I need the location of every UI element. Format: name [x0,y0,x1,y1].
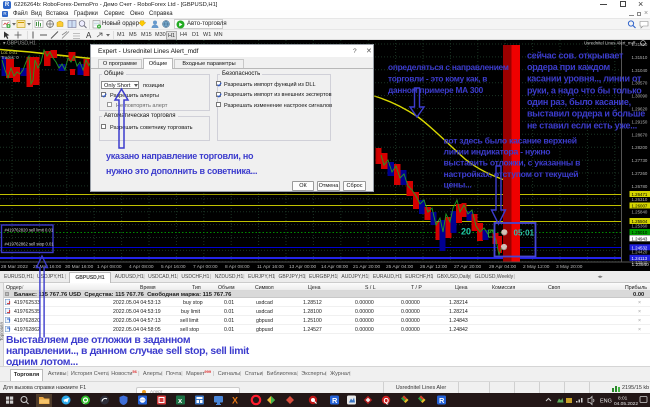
svg-text:25 Apr 04:00: 25 Apr 04:00 [386,264,414,270]
svg-text:Trades: 0: Trades: 0 [1,55,19,60]
svg-text:1 Apr 08:00: 1 Apr 08:00 [97,264,122,270]
svg-text:касании уровня.., линии от: касании уровня.., линии от [527,74,642,84]
svg-text:4 Apr 08:00: 4 Apr 08:00 [129,264,154,270]
svg-text:14 Apr 08:00: 14 Apr 08:00 [321,264,349,270]
svg-text:не ставил если есть уже...: не ставил если есть уже... [527,120,637,130]
svg-text:1.26007: 1.26007 [632,204,648,209]
svg-text:1.26310: 1.26310 [632,197,648,202]
svg-text:1.27260: 1.27260 [632,171,648,176]
svg-text:цены...: цены... [444,180,472,190]
svg-text:1.25840: 1.25840 [632,210,648,215]
svg-text:1.24532: 1.24532 [632,245,648,250]
svg-text:выставил ордера и больше: выставил ордера и больше [527,109,645,119]
svg-text:1.24943: 1.24943 [632,236,648,241]
svg-text:ордера при каждом: ордера при каждом [527,62,610,72]
svg-text:1.25010: 1.25010 [632,230,648,235]
svg-text:определяться с направлением: определяться с направлением [388,62,509,72]
svg-text:R: R [332,396,338,405]
svg-text:1.31510: 1.31510 [632,55,648,60]
svg-text:2 May 12:00: 2 May 12:00 [523,264,550,270]
svg-text:линии индикатора - нужно: линии индикатора - нужно [444,146,551,156]
svg-text:Usrednitel Lines Alert_mdf: Usrednitel Lines Alert_mdf [584,41,636,46]
svg-text:26 Apr 12:00: 26 Apr 12:00 [420,264,448,270]
svg-text:Q: Q [384,398,390,405]
svg-text:A: A [86,31,92,40]
svg-text:29 Apr 04:00: 29 Apr 04:00 [489,264,517,270]
svg-text:05:01: 05:01 [514,228,535,237]
svg-text:8:01: 8:01 [618,396,628,402]
svg-text:5 Apr 16:00: 5 Apr 16:00 [161,264,186,270]
svg-text:1.25504: 1.25504 [632,219,648,224]
svg-text:28 Mar 2022: 28 Mar 2022 [1,264,28,270]
svg-text:#419762862 sell stop 0.01: #419762862 sell stop 0.01 [5,242,55,247]
svg-text:11 Apr 16:00: 11 Apr 16:00 [257,264,284,270]
svg-text:20: 20 [461,227,471,237]
svg-text:1.25360: 1.25360 [632,224,648,229]
svg-text:данном примере МА 300: данном примере МА 300 [388,85,484,95]
svg-text:выставить отложки, с указанны: выставить отложки, с указанны в [444,158,581,168]
svg-text:1.27730: 1.27730 [632,158,648,163]
svg-text:21 Apr 20:00: 21 Apr 20:00 [353,264,381,270]
svg-text:настройках, отступом от текуще: настройках, отступом от текущей [444,169,579,179]
svg-text:▾ GBPUSD,H1: ▾ GBPUSD,H1 [3,41,36,47]
svg-text:вот здесь было касание верхней: вот здесь было касание верхней [444,136,577,146]
svg-text:8 Apr 08:00: 8 Apr 08:00 [225,264,250,270]
svg-text:3 May 20:00: 3 May 20:00 [556,264,583,270]
svg-text:1.26780: 1.26780 [632,184,648,189]
svg-text:1.24113: 1.24113 [632,256,648,261]
svg-text:1.28670: 1.28670 [632,132,648,137]
svg-text:торговли - это кому как, в: торговли - это кому как, в [388,74,487,84]
svg-text:сейчас сов. открывает: сейчас сов. открывает [527,50,624,60]
svg-text:1.23940: 1.23940 [632,262,650,268]
svg-text:27 Apr 20:00: 27 Apr 20:00 [454,264,482,270]
svg-text:#419762820 sell limit 0.01: #419762820 sell limit 0.01 [5,228,54,233]
svg-text:X: X [232,396,238,406]
svg-text:руки, а надо что бы только: руки, а надо что бы только [527,85,642,95]
svg-text:13 Apr 00:00: 13 Apr 00:00 [289,264,317,270]
svg-text:7 Apr 00:00: 7 Apr 00:00 [193,264,218,270]
svg-text:30 Mar 16:00: 30 Mar 16:00 [65,264,94,270]
svg-text:R: R [439,396,445,405]
svg-text:ENG: ENG [600,399,612,405]
svg-text:один раз, было касание,: один раз, было касание, [527,97,631,107]
svg-text:1.26471: 1.26471 [632,192,648,197]
svg-text:1.28200: 1.28200 [632,145,648,150]
svg-text:1.31040: 1.31040 [632,68,648,73]
svg-text:04.05.2022: 04.05.2022 [614,401,638,407]
